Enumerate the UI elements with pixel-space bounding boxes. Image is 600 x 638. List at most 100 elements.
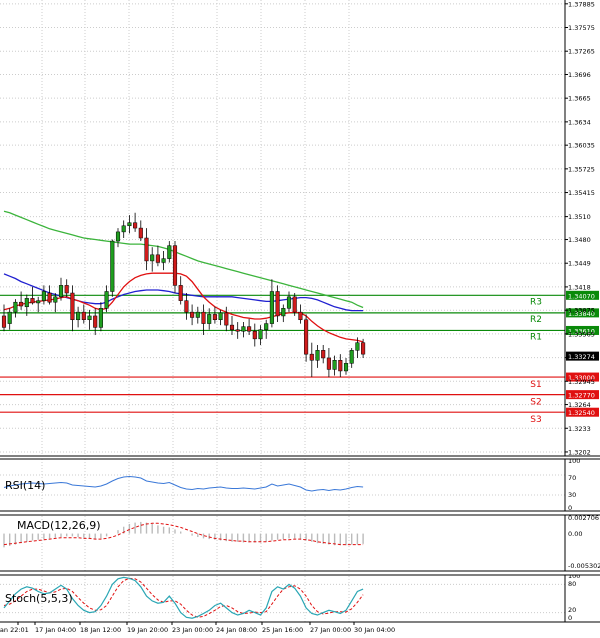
candle-body xyxy=(355,342,360,351)
candle-body xyxy=(167,245,172,259)
stoch-tick-label: 80 xyxy=(568,580,576,588)
candle-body xyxy=(361,342,366,355)
candle-body xyxy=(58,285,64,298)
time-tick-label: 23 Jan 00:00 xyxy=(172,626,213,634)
candle-body xyxy=(315,350,320,361)
rsi-panel: RSI(14)10070300 xyxy=(0,457,580,512)
level-label-s1: S1 xyxy=(530,380,541,390)
price-tick-label: 1.3634 xyxy=(568,118,591,126)
time-tick-label: 24 Jan 08:00 xyxy=(216,626,257,634)
candle-body xyxy=(41,291,46,301)
macd-tick-label: -0.005302 xyxy=(568,562,600,570)
level-price-label: 1.32770 xyxy=(568,392,595,400)
candle-body xyxy=(64,285,69,294)
rsi-line xyxy=(3,475,364,492)
candle-body xyxy=(332,360,337,370)
ma-mid-line xyxy=(3,273,364,312)
candle-body xyxy=(53,296,58,303)
candle-body xyxy=(24,298,29,308)
candle-body xyxy=(110,240,115,292)
candle-body xyxy=(76,311,81,321)
time-tick-label: 17 Jan 04:00 xyxy=(35,626,76,634)
price-tick-label: 1.33565 xyxy=(568,330,595,338)
candle-body xyxy=(1,315,7,328)
candle-body xyxy=(115,231,121,242)
candle-body xyxy=(172,245,178,286)
candle-body xyxy=(321,350,326,359)
candle-body xyxy=(195,311,200,318)
candle-body xyxy=(87,315,92,321)
candle-body xyxy=(235,329,240,332)
price-tick-label: 1.3480 xyxy=(568,236,591,244)
candle-body xyxy=(70,292,75,321)
candle-body xyxy=(269,291,274,324)
price-tick-label: 1.36035 xyxy=(568,142,595,150)
candle-body xyxy=(281,308,286,317)
candle-body xyxy=(224,312,229,326)
candle-body xyxy=(275,291,280,317)
candle-body xyxy=(138,227,143,239)
candle-body xyxy=(161,258,166,263)
candle-body xyxy=(121,225,126,233)
stoch-tick-label: 0 xyxy=(568,614,572,622)
candle-body xyxy=(264,323,269,330)
candle-body xyxy=(298,311,303,321)
candle-body xyxy=(349,350,354,364)
time-tick-label: 25 Jan 16:00 xyxy=(262,626,303,634)
stoch-tick-label: 20 xyxy=(568,606,576,614)
price-tick-label: 1.35725 xyxy=(568,165,595,173)
rsi-tick-label: 30 xyxy=(568,491,576,499)
stoch-title: Stoch(5,5,3) xyxy=(5,592,73,605)
price-tick-label: 1.37885 xyxy=(568,0,595,8)
trading-chart: R31.34070R21.33840R11.33610S11.33000S21.… xyxy=(0,0,600,634)
ma-fast-line xyxy=(3,272,364,343)
price-tick-label: 1.3418 xyxy=(568,283,591,291)
level-label-r3: R3 xyxy=(530,297,542,307)
macd-title: MACD(12,26,9) xyxy=(17,519,101,532)
price-tick-label: 1.3202 xyxy=(568,448,591,456)
candle-body xyxy=(201,311,206,324)
candle-body xyxy=(144,237,149,262)
candle-body xyxy=(212,314,217,321)
candle-body xyxy=(98,308,103,328)
price-tick-label: 1.32945 xyxy=(568,378,595,386)
candle-body xyxy=(13,301,18,313)
price-tick-label: 1.35415 xyxy=(568,189,595,197)
candle-body xyxy=(93,315,98,328)
candle-body xyxy=(7,311,12,324)
price-tick-label: 1.33875 xyxy=(568,307,595,315)
candle-body xyxy=(292,296,297,313)
stoch-panel: Stoch(5,5,3)10080200 xyxy=(0,572,580,622)
price-tick-label: 1.3264 xyxy=(568,401,591,409)
time-tick-label: Jan 22:01 xyxy=(0,626,29,634)
candle-body xyxy=(309,353,314,361)
level-label-r2: R2 xyxy=(530,315,542,325)
candle-body xyxy=(150,254,155,262)
candle-body xyxy=(81,311,86,321)
price-tick-label: 1.37575 xyxy=(568,24,595,32)
price-axis: 1.37885 1.37575 1.37265 1.3696 1.3665 1.3634 1… xyxy=(565,0,599,456)
candle-body xyxy=(338,360,343,372)
candle-body xyxy=(127,222,132,227)
time-tick-label: 27 Jan 00:00 xyxy=(310,626,351,634)
candle-body xyxy=(286,296,292,309)
candle-body xyxy=(241,326,246,332)
candle-body xyxy=(343,363,349,372)
candle-body xyxy=(178,285,183,301)
time-tick-label: 30 Jan 04:00 xyxy=(354,626,395,634)
time-tick-label: 19 Jan 20:00 xyxy=(127,626,168,634)
ma-slow-line xyxy=(3,210,364,309)
candle-body xyxy=(258,329,263,340)
candle-body xyxy=(252,330,257,340)
candle-body xyxy=(36,300,41,304)
price-tick-label: 1.3665 xyxy=(568,95,591,103)
current-price-label: 1.33274 xyxy=(568,353,595,361)
candle-body xyxy=(30,298,35,304)
price-tick-label: 1.3449 xyxy=(568,260,591,268)
price-tick-label: 1.37265 xyxy=(568,48,595,56)
candle-body xyxy=(247,326,252,332)
candle-body xyxy=(304,319,309,355)
level-label-r1: R1 xyxy=(530,332,542,342)
candle-body xyxy=(326,357,331,370)
price-tick-label: 1.3696 xyxy=(568,71,591,79)
